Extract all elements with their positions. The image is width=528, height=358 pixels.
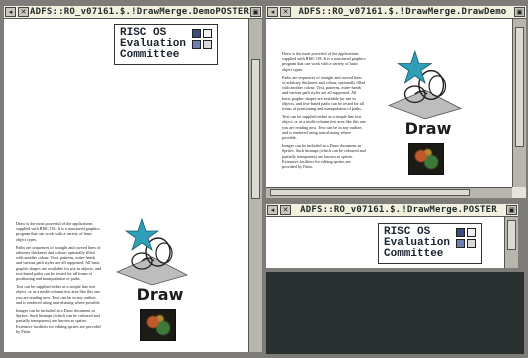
sprite-thumbnail — [140, 309, 176, 341]
star-swirl-logo — [115, 217, 189, 286]
scroll-thumb[interactable] — [507, 220, 516, 250]
committee-icon — [456, 239, 466, 248]
paragraph: Text can be supplied either as a simple … — [16, 284, 101, 305]
vertical-scrollbar[interactable] — [248, 19, 262, 352]
toggle-size-icon[interactable]: ▣ — [506, 205, 517, 215]
back-icon[interactable]: ◂ — [267, 205, 278, 215]
draw-label: Draw — [404, 119, 452, 138]
committee-icon — [467, 239, 477, 248]
window-content: RISC OS Evaluation Committee Draw is the… — [4, 19, 248, 352]
riscos-committee-box: RISC OS Evaluation Committee — [114, 24, 219, 65]
vertical-scrollbar[interactable] — [512, 19, 526, 187]
paragraph: Text can be supplied either as a simple … — [282, 114, 366, 141]
paragraph: Draw is the most powerful of the applica… — [16, 221, 100, 242]
window-poster[interactable]: ◂ ✕ ADFS::RO_v07161.$.!DrawMerge.POSTER … — [266, 204, 518, 268]
box-icon-grid — [456, 228, 477, 248]
close-icon[interactable]: ✕ — [280, 205, 291, 215]
close-icon[interactable]: ✕ — [18, 7, 29, 17]
back-icon[interactable]: ◂ — [267, 7, 278, 17]
toggle-size-icon[interactable]: ▣ — [250, 7, 261, 17]
body-text-column: Draw is the most powerful of the applica… — [282, 51, 366, 172]
body-text-column: Draw is the most powerful of the applica… — [16, 221, 102, 337]
scroll-thumb[interactable] — [251, 59, 260, 199]
committee-icon — [456, 228, 466, 237]
window-content: RISC OS Evaluation Committee — [266, 217, 504, 268]
scroll-thumb[interactable] — [515, 27, 524, 147]
draw-label: Draw — [136, 285, 184, 304]
window-title: ADFS::RO_v07161.$.!DrawMerge.POSTER — [300, 205, 497, 215]
committee-icon — [192, 29, 202, 38]
vertical-scrollbar[interactable] — [504, 217, 518, 268]
paragraph: Images can be included in a Draw documen… — [282, 143, 366, 170]
window-titlebar[interactable]: ◂ ✕ ADFS::RO_v07161.$.!DrawMerge.DrawDem… — [266, 6, 526, 19]
paragraph: Images can be included in a Draw documen… — [16, 308, 101, 334]
committee-icon — [203, 29, 213, 38]
window-demo-poster[interactable]: ◂ ✕ ADFS::RO_v07161.$.!DrawMerge.DemoPOS… — [4, 6, 262, 352]
sprite-thumbnail — [408, 143, 444, 175]
paragraph: Paths are sequences of straight and curv… — [282, 74, 366, 112]
window-title: ADFS::RO_v07161.$.!DrawMerge.DemoPOSTER — [30, 7, 249, 17]
paragraph: Draw is the most powerful of the applica… — [282, 51, 366, 72]
committee-icon — [467, 228, 477, 237]
window-titlebar[interactable]: ◂ ✕ ADFS::RO_v07161.$.!DrawMerge.DemoPOS… — [4, 6, 262, 19]
committee-icon — [192, 40, 202, 49]
window-titlebar[interactable]: ◂ ✕ ADFS::RO_v07161.$.!DrawMerge.POSTER … — [266, 204, 518, 217]
close-icon[interactable]: ✕ — [280, 7, 291, 17]
committee-icon — [203, 40, 213, 49]
horizontal-scrollbar[interactable] — [266, 187, 512, 198]
scroll-thumb[interactable] — [270, 189, 470, 196]
window-content: Draw is the most powerful of the applica… — [266, 19, 512, 187]
box-line-3: Committee — [384, 248, 444, 260]
paragraph: Paths are sequences of straight and curv… — [16, 244, 101, 282]
desktop-backdrop — [266, 272, 524, 354]
back-icon[interactable]: ◂ — [5, 7, 16, 17]
box-line-3: Committee — [120, 49, 180, 61]
toggle-size-icon[interactable]: ▣ — [514, 7, 525, 17]
star-swirl-logo — [388, 49, 462, 120]
window-draw-demo[interactable]: ◂ ✕ ADFS::RO_v07161.$.!DrawMerge.DrawDem… — [266, 6, 526, 198]
window-title: ADFS::RO_v07161.$.!DrawMerge.DrawDemo — [298, 7, 507, 17]
riscos-committee-box: RISC OS Evaluation Committee — [378, 223, 483, 264]
box-icon-grid — [192, 29, 213, 49]
